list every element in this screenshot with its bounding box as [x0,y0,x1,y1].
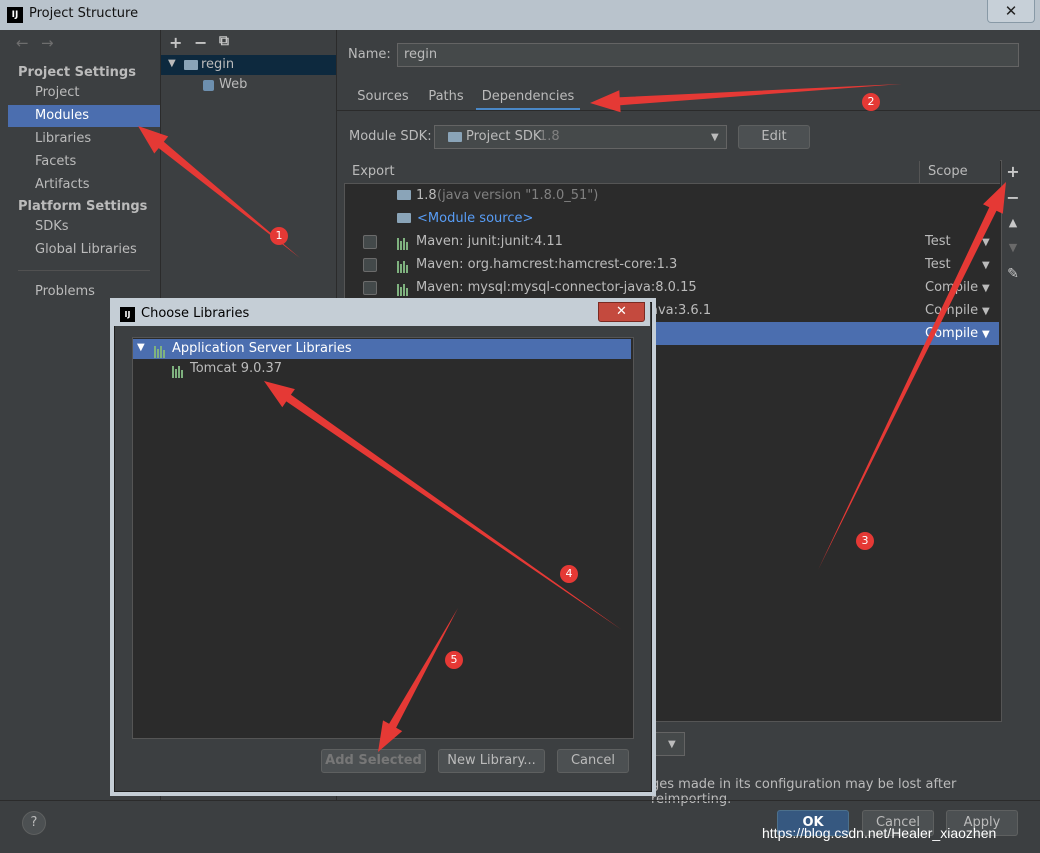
annotation-arrow-4 [264,381,622,630]
annotation-arrow-2 [590,84,902,113]
annotation-badge-3: 3 [856,532,874,550]
annotation-arrow-5 [378,608,458,752]
annotation-badge-1: 1 [270,227,288,245]
annotation-arrows [138,84,1006,752]
annotation-badge-4: 4 [560,565,578,583]
annotation-arrow-3 [818,182,1006,570]
annotation-badge-2: 2 [862,93,880,111]
watermark-text: https://blog.csdn.net/Healer_xiaozhen [762,825,997,841]
annotation-badge-5: 5 [445,651,463,669]
